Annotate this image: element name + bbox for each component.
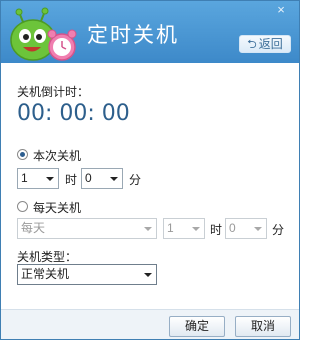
close-button[interactable]: ×	[273, 3, 289, 17]
once-shutdown-radio[interactable]	[17, 149, 28, 160]
daily-shutdown-radio[interactable]	[17, 201, 28, 212]
shutdown-type-select[interactable]: 正常关机	[17, 264, 157, 285]
daily-hour-select[interactable]: 1	[163, 218, 205, 239]
chevron-down-icon	[254, 227, 262, 231]
chevron-down-icon	[46, 177, 54, 181]
title-bar: × 定时关机 ⮌ 返回	[1, 1, 299, 63]
chevron-down-icon	[110, 177, 118, 181]
chevron-down-icon	[192, 227, 200, 231]
once-hour-value: 1	[21, 171, 28, 185]
once-hour-select[interactable]: 1	[17, 168, 59, 189]
countdown-label: 关机倒计时：	[17, 85, 90, 99]
back-button-label: 返回	[258, 37, 283, 51]
window-title: 定时关机	[87, 23, 179, 47]
daily-minute-unit: 分	[272, 223, 285, 237]
mascot-clock-icon	[10, 7, 77, 61]
once-minute-unit: 分	[129, 173, 142, 187]
daily-day-value: 每天	[21, 221, 46, 235]
shutdown-type-label: 关机类型：	[17, 250, 78, 264]
daily-minute-value: 0	[229, 221, 236, 235]
daily-shutdown-label: 每天关机	[33, 201, 82, 215]
shutdown-timer-window: × 定时关机 ⮌ 返回 关机倒计时： 00: 00: 00 本次关机 1 时 0…	[0, 0, 300, 340]
countdown-display: 00: 00: 00	[17, 101, 130, 126]
cancel-button[interactable]: 取消	[235, 316, 291, 337]
back-button[interactable]: ⮌ 返回	[239, 35, 291, 53]
once-minute-value: 0	[85, 171, 92, 185]
daily-hour-value: 1	[167, 221, 174, 235]
shutdown-type-value: 正常关机	[21, 267, 70, 281]
once-shutdown-label: 本次关机	[33, 149, 82, 163]
back-arrow-icon: ⮌	[247, 37, 257, 51]
ok-button[interactable]: 确定	[169, 316, 225, 337]
daily-day-select[interactable]: 每天	[17, 218, 157, 239]
chevron-down-icon	[144, 273, 152, 277]
chevron-down-icon	[144, 227, 152, 231]
once-minute-select[interactable]: 0	[81, 168, 123, 189]
daily-minute-select[interactable]: 0	[225, 218, 267, 239]
once-hour-unit: 时	[65, 173, 78, 187]
daily-hour-unit: 时	[210, 223, 223, 237]
